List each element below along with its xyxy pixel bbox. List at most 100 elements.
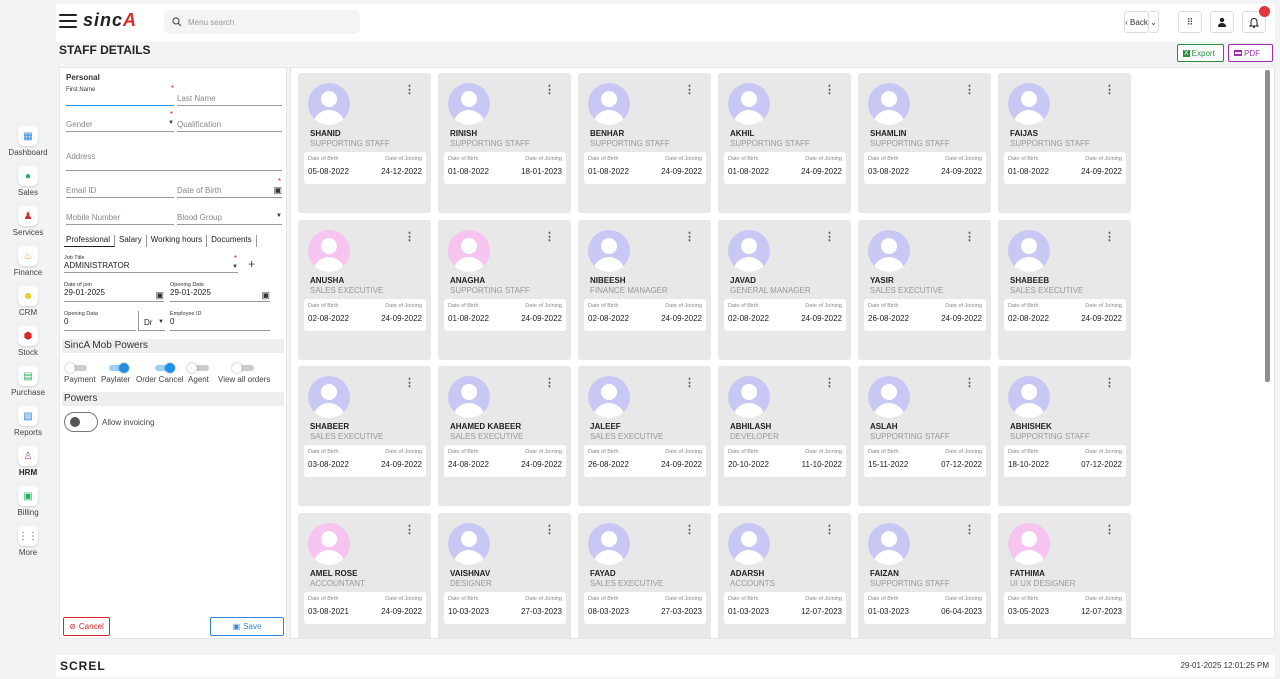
staff-card[interactable]: ⋮ AKHIL SUPPORTING STAFF Date of Birth Date … (718, 73, 851, 213)
sidebar-item-dashboard[interactable]: ▦ Dashboard (0, 126, 56, 157)
more-options-icon[interactable]: ⋮ (404, 378, 415, 389)
staff-card[interactable]: ⋮ JAVAD GENERAL MANAGER Date of Birth Date o… (718, 219, 851, 360)
staff-card[interactable]: ⋮ ANUSHA SALES EXECUTIVE Date of Birth Date … (298, 219, 431, 360)
staff-card[interactable]: ⋮ ANAGHA SUPPORTING STAFF Date of Birth Date… (438, 219, 571, 360)
cancel-button[interactable]: ⊘ Cancel (63, 617, 110, 636)
staff-card[interactable]: ⋮ FAIZAN SUPPORTING STAFF Date of Birth Date… (858, 512, 991, 638)
more-options-icon[interactable]: ⋮ (684, 231, 695, 242)
last-name-field[interactable]: Last Name (177, 94, 282, 106)
date-of-join-field[interactable]: Date of join 29-01-2025 ▣ (64, 282, 164, 302)
staff-card[interactable]: ⋮ NIBEESH FINANCE MANAGER Date of Birth Date… (578, 219, 711, 360)
calendar-icon[interactable]: ▣ (155, 290, 164, 301)
menu-search[interactable] (164, 10, 360, 34)
apps-grid-button[interactable]: ⠿ (1178, 11, 1202, 33)
staff-card[interactable]: ⋮ SHABEEB SALES EXECUTIVE Date of Birth Date… (998, 219, 1131, 360)
sidebar-item-services[interactable]: ♟ Services (0, 206, 56, 237)
mob-power-toggle-view-all-orders[interactable] (232, 363, 256, 373)
more-options-icon[interactable]: ⋮ (544, 231, 555, 242)
mobile-number-field[interactable]: Mobile Number (66, 213, 174, 225)
staff-card[interactable]: ⋮ AMEL ROSE ACCOUNTANT Date of Birth Date of… (298, 512, 431, 638)
email-field[interactable]: Email ID (66, 186, 174, 198)
notifications-button[interactable] (1242, 6, 1270, 33)
calendar-icon[interactable]: ▣ (273, 185, 282, 196)
tab-professional[interactable]: Professional (64, 235, 116, 247)
qualification-field[interactable]: Qualification (177, 120, 282, 132)
gender-select[interactable]: Gender ▼ * (66, 110, 174, 132)
more-options-icon[interactable]: ⋮ (964, 524, 975, 535)
more-options-icon[interactable]: ⋮ (824, 378, 835, 389)
first-name-field[interactable]: First Name * (66, 84, 174, 106)
blood-group-select[interactable]: Blood Group ▼ (177, 213, 282, 225)
tab-salary[interactable]: Salary (115, 235, 147, 247)
search-input[interactable] (188, 17, 348, 27)
more-options-icon[interactable]: ⋮ (824, 85, 835, 96)
job-title-select[interactable]: Job Title ADMINISTRATOR ▼ * (64, 254, 238, 273)
more-options-icon[interactable]: ⋮ (544, 524, 555, 535)
staff-card[interactable]: ⋮ SHANID SUPPORTING STAFF Date of Birth Date… (298, 73, 431, 213)
more-options-icon[interactable]: ⋮ (964, 378, 975, 389)
more-options-icon[interactable]: ⋮ (964, 231, 975, 242)
opening-data-field[interactable]: Opening Data 0 (64, 311, 136, 331)
dr-cr-select[interactable]: Dr ▼ (138, 311, 165, 331)
more-options-icon[interactable]: ⋮ (404, 85, 415, 96)
allow-invoicing-toggle[interactable] (64, 412, 98, 432)
more-options-icon[interactable]: ⋮ (1104, 231, 1115, 242)
back-dropdown-button[interactable]: ⌄ (1149, 11, 1159, 33)
mob-power-toggle-order-cancel[interactable] (153, 363, 177, 373)
more-options-icon[interactable]: ⋮ (964, 85, 975, 96)
export-button[interactable]: X Export (1177, 44, 1224, 62)
pdf-button[interactable]: ▬ PDF (1228, 44, 1273, 62)
sidebar-item-reports[interactable]: ▧ Reports (0, 406, 56, 437)
staff-card[interactable]: ⋮ BENHAR SUPPORTING STAFF Date of Birth Date… (578, 73, 711, 213)
mob-power-toggle-agent[interactable] (187, 363, 211, 373)
more-options-icon[interactable]: ⋮ (1104, 524, 1115, 535)
sidebar-item-purchase[interactable]: ▤ Purchase (0, 366, 56, 397)
address-field[interactable]: Address (66, 152, 282, 171)
employee-id-field[interactable]: Employee ID 0 (170, 311, 270, 331)
staff-card[interactable]: ⋮ FATHIMA UI UX DESIGNER Date of Birth Date … (998, 512, 1131, 638)
more-options-icon[interactable]: ⋮ (1104, 85, 1115, 96)
sidebar-item-sales[interactable]: ● Sales (0, 166, 56, 197)
more-options-icon[interactable]: ⋮ (824, 231, 835, 242)
more-options-icon[interactable]: ⋮ (684, 524, 695, 535)
user-button[interactable] (1210, 11, 1234, 33)
staff-card[interactable]: ⋮ ABHILASH DEVELOPER Date of Birth Date of J… (718, 366, 851, 506)
staff-card[interactable]: ⋮ RINISH SUPPORTING STAFF Date of Birth Date… (438, 73, 571, 213)
mob-power-toggle-paylater[interactable] (107, 363, 131, 373)
staff-card[interactable]: ⋮ SHABEER SALES EXECUTIVE Date of Birth Date… (298, 366, 431, 506)
staff-card[interactable]: ⋮ FAIJAS SUPPORTING STAFF Date of Birth Date… (998, 73, 1131, 213)
more-options-icon[interactable]: ⋮ (404, 524, 415, 535)
tab-documents[interactable]: Documents (207, 235, 257, 247)
more-options-icon[interactable]: ⋮ (824, 524, 835, 535)
staff-card[interactable]: ⋮ FAYAD SALES EXECUTIVE Date of Birth Date o… (578, 512, 711, 638)
more-options-icon[interactable]: ⋮ (544, 85, 555, 96)
back-button[interactable]: ‹ Back (1124, 11, 1149, 33)
staff-card[interactable]: ⋮ ASLAH SUPPORTING STAFF Date of Birth Date … (858, 366, 991, 506)
staff-card[interactable]: ⋮ VAISHNAV DESIGNER Date of Birth Date of Jo… (438, 512, 571, 638)
staff-card[interactable]: ⋮ AHAMED KABEER SALES EXECUTIVE Date of Bir… (438, 366, 571, 506)
more-options-icon[interactable]: ⋮ (684, 378, 695, 389)
sidebar-item-crm[interactable]: ☻ CRM (0, 286, 56, 317)
save-button[interactable]: ▣ Save (210, 617, 284, 636)
sidebar-item-billing[interactable]: ▣ Billing (0, 486, 56, 517)
sidebar-item-finance[interactable]: ♨ Finance (0, 246, 56, 277)
sidebar-item-hrm[interactable]: ♙ HRM (0, 446, 56, 477)
more-options-icon[interactable]: ⋮ (1104, 378, 1115, 389)
staff-card[interactable]: ⋮ JALEEF SALES EXECUTIVE Date of Birth Date … (578, 366, 711, 506)
date-of-birth-field[interactable]: Date of Birth ▣ * (177, 177, 282, 198)
more-options-icon[interactable]: ⋮ (544, 378, 555, 389)
staff-card[interactable]: ⋮ SHAMLIN SUPPORTING STAFF Date of Birth Dat… (858, 73, 991, 213)
sidebar-item-stock[interactable]: ⬢ Stock (0, 326, 56, 357)
more-options-icon[interactable]: ⋮ (404, 231, 415, 242)
mob-power-toggle-payment[interactable] (65, 363, 89, 373)
sidebar-item-more[interactable]: ⋮⋮ More (0, 526, 56, 557)
opening-date-field[interactable]: Opening Date 29-01-2025 ▣ (170, 282, 270, 302)
scrollbar[interactable] (1265, 70, 1270, 382)
staff-card[interactable]: ⋮ ABHISHEK SUPPORTING STAFF Date of Birth Da… (998, 366, 1131, 506)
tab-working-hours[interactable]: Working hours (147, 235, 208, 247)
more-options-icon[interactable]: ⋮ (684, 85, 695, 96)
add-job-title-icon[interactable]: + (248, 257, 255, 271)
menu-icon[interactable] (59, 14, 77, 28)
staff-card[interactable]: ⋮ YASIR SALES EXECUTIVE Date of Birth Date o… (858, 219, 991, 360)
calendar-icon[interactable]: ▣ (261, 290, 270, 301)
